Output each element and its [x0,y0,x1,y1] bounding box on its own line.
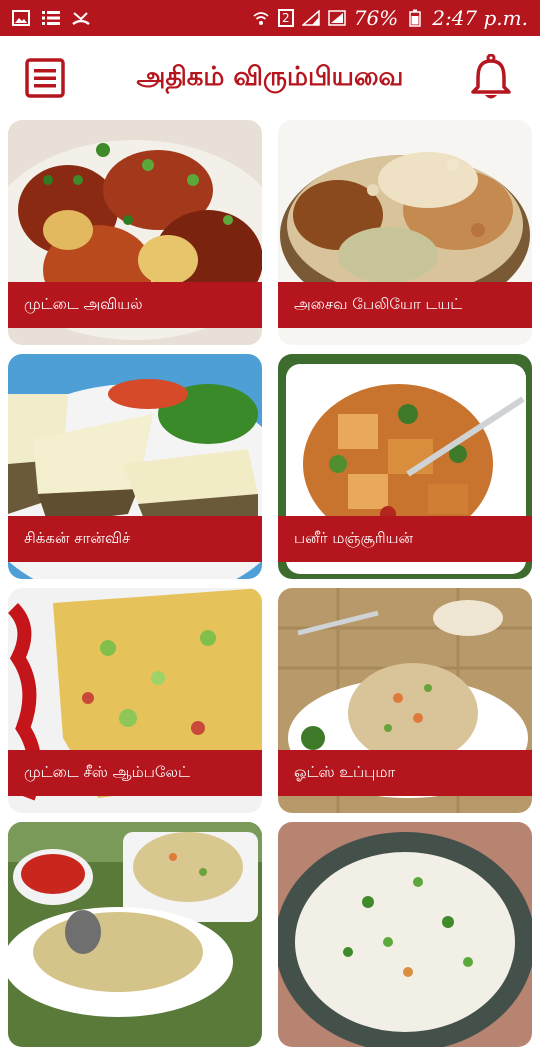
signal-icon-2 [328,9,346,27]
sim-badge: 2 [277,9,294,27]
bell-icon [471,53,511,99]
signal-icon [301,9,320,27]
recipe-photo [278,822,532,1047]
status-left-icons [12,9,90,27]
recipe-card[interactable]: பனீர் மஞ்சூரியன் [278,354,532,579]
recipe-label: முட்டை அவியல் [8,282,262,328]
recipe-label: சிக்கன் சான்விச் [8,516,262,562]
notification-button[interactable] [470,53,512,102]
recipe-label: முட்டை சீஸ் ஆம்பலேட் [8,750,262,796]
status-right: 2 76% 2:47 p.m. [252,6,528,30]
recipe-card[interactable]: ஓட்ஸ் உப்புமா [278,588,532,813]
wifi-icon [252,9,270,27]
recipe-label: ஓட்ஸ் உப்புமா [278,750,532,796]
battery-icon [406,9,424,27]
recipe-card[interactable] [8,822,262,1047]
gallery-icon [12,9,30,27]
recipe-card[interactable]: சிக்கன் சான்விச் [8,354,262,579]
missed-call-icon [72,9,90,27]
recipe-photo [8,822,262,1047]
recipe-card[interactable]: முட்டை சீஸ் ஆம்பலேட் [8,588,262,813]
recipe-label: பனீர் மஞ்சூரியன் [278,516,532,562]
app-bar: அதிகம் விரும்பியவை [0,36,540,120]
recipe-card[interactable] [278,822,532,1047]
recipe-card[interactable]: முட்டை அவியல் [8,120,262,345]
battery-percent: 76% [353,6,399,30]
clock: 2:47 p.m. [432,6,528,30]
recipe-card[interactable]: அசைவ பேலியோ டயட் [278,120,532,345]
recipe-label: அசைவ பேலியோ டயட் [278,282,532,328]
status-bar: 2 76% 2:47 p.m. [0,0,540,36]
page-title: அதிகம் விரும்பியவை [136,62,404,92]
list-icon [42,9,60,27]
